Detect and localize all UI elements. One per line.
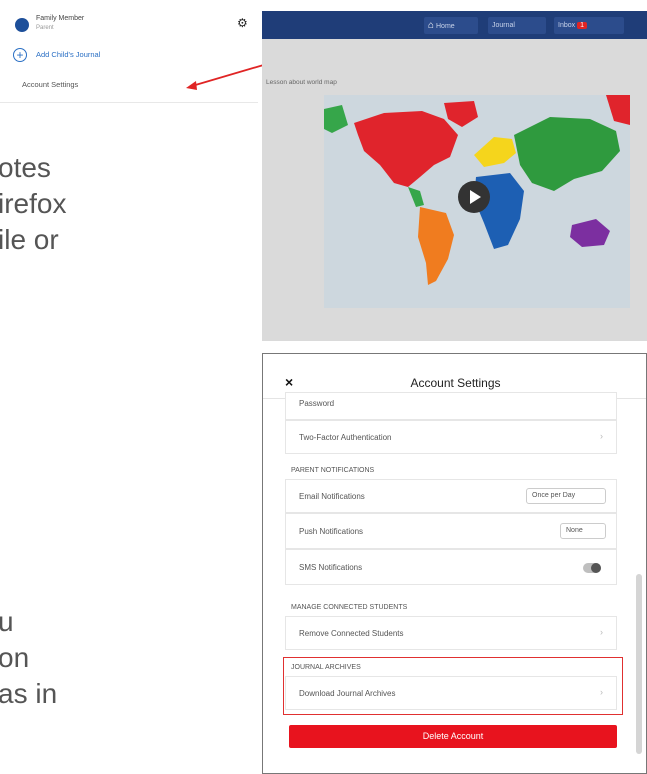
nav-journal-button[interactable]: Journal [488,17,546,34]
chevron-right-icon: › [600,627,603,637]
chevron-right-icon: › [600,687,603,697]
slide-text-top: otes irefox ile or [0,150,66,258]
nav-inbox-button[interactable]: Inbox 1 [554,17,624,34]
nav-home-button[interactable]: ⌂ Home [424,17,478,34]
slide-line: u [0,606,14,637]
nav-inbox-label: Inbox [558,22,576,29]
inbox-badge: 1 [577,22,587,29]
manage-students-header: MANAGE CONNECTED STUDENTS [291,604,408,611]
slide-line: as in [0,678,58,709]
email-frequency-select[interactable]: Once per Day [526,488,606,504]
push-frequency-value: None [566,527,583,534]
slide-line: irefox [0,188,67,219]
nav-journal-label: Journal [492,22,515,29]
slide-line: on [0,642,30,673]
sms-notifications-label: SMS Notifications [299,563,363,572]
slide-line: ile or [0,224,59,255]
remove-students-label: Remove Connected Students [299,629,404,638]
modal-title: Account Settings [410,376,501,390]
download-archive-label: Download Journal Archives [299,689,396,698]
password-row[interactable]: Password [285,392,617,420]
slide-text-bottom: u on as in [0,604,57,712]
download-archive-row[interactable]: Download Journal Archives › [285,676,617,710]
sms-notifications-row[interactable]: SMS Notifications [285,549,617,585]
modal-scrollbar[interactable] [636,574,642,754]
journal-archives-header: JOURNAL ARCHIVES [291,664,361,671]
home-icon: ⌂ [428,20,435,31]
email-notifications-label: Email Notifications [299,492,365,501]
post-caption: Lesson about world map [266,79,337,86]
chevron-right-icon: › [600,431,603,441]
push-notifications-row[interactable]: Push Notifications None [285,513,617,549]
two-factor-label: Two-Factor Authentication [299,433,392,442]
play-icon [470,190,481,204]
password-label: Password [299,399,335,408]
push-notifications-label: Push Notifications [299,527,364,536]
slide-line: otes [0,152,51,183]
remove-students-row[interactable]: Remove Connected Students › [285,616,617,650]
two-factor-row[interactable]: Two-Factor Authentication › [285,420,617,454]
toggle-knob [591,563,601,573]
email-frequency-value: Once per Day [532,492,576,499]
push-frequency-select[interactable]: None [560,523,606,539]
app-screenshot: ⌂ Home Journal Inbox 1 Lesson about worl… [262,11,647,341]
account-settings-modal: × Account Settings Password Two-Factor A… [262,353,647,774]
nav-home-label: Home [436,23,455,30]
parent-notifications-header: PARENT NOTIFICATIONS [291,467,375,474]
email-notifications-row[interactable]: Email Notifications Once per Day [285,479,617,513]
delete-account-button[interactable]: Delete Account [289,725,617,748]
